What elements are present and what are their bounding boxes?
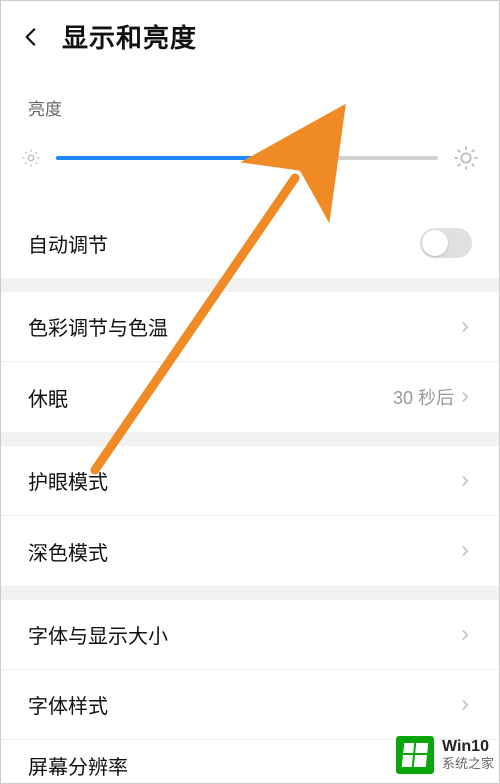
chevron-right-icon xyxy=(458,628,472,642)
page-title: 显示和亮度 xyxy=(62,18,197,55)
watermark-line1: Win10 xyxy=(442,738,494,756)
chevron-right-icon xyxy=(458,390,472,404)
auto-adjust-label: 自动调节 xyxy=(28,229,108,258)
brightness-low-icon xyxy=(20,147,42,169)
font-style-label: 字体样式 xyxy=(28,690,108,719)
chevron-right-icon xyxy=(458,320,472,334)
row-sleep[interactable]: 休眠 30 秒后 xyxy=(0,362,500,432)
dark-mode-label: 深色模式 xyxy=(28,537,108,566)
row-color-temp[interactable]: 色彩调节与色温 xyxy=(0,292,500,362)
row-dark-mode[interactable]: 深色模式 xyxy=(0,516,500,586)
eye-comfort-label: 护眼模式 xyxy=(28,466,108,495)
row-font-size[interactable]: 字体与显示大小 xyxy=(0,600,500,670)
brightness-label: 亮度 xyxy=(0,73,500,130)
chevron-right-icon xyxy=(458,698,472,712)
brightness-slider-thumb[interactable] xyxy=(293,143,323,173)
chevron-right-icon xyxy=(458,474,472,488)
chevron-right-icon xyxy=(458,544,472,558)
brightness-high-icon xyxy=(452,144,480,172)
brightness-slider[interactable] xyxy=(56,138,438,178)
sleep-value: 30 秒后 xyxy=(393,384,454,410)
back-icon[interactable] xyxy=(18,24,44,50)
font-size-label: 字体与显示大小 xyxy=(28,620,168,649)
windows-logo-icon xyxy=(396,736,434,774)
auto-adjust-toggle[interactable] xyxy=(420,228,472,258)
sleep-label: 休眠 xyxy=(28,383,68,412)
row-font-style[interactable]: 字体样式 xyxy=(0,670,500,740)
watermark-line2: 系统之家 xyxy=(442,757,494,772)
watermark: Win10 系统之家 xyxy=(390,732,500,778)
color-temp-label: 色彩调节与色温 xyxy=(28,312,168,341)
resolution-label: 屏幕分辨率 xyxy=(28,751,128,780)
row-eye-comfort[interactable]: 护眼模式 xyxy=(0,446,500,516)
row-auto-adjust[interactable]: 自动调节 xyxy=(0,208,500,278)
